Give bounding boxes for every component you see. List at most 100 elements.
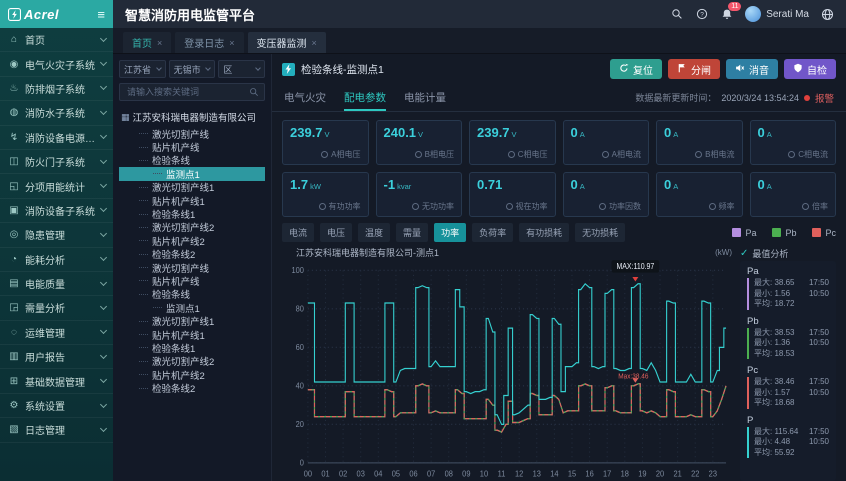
tree-node[interactable]: 监测点1	[119, 301, 265, 314]
tree-connector	[139, 280, 148, 281]
sidebar-item-fire-water[interactable]: ◍消防水子系统	[0, 101, 113, 125]
sidebar-item-fire-power[interactable]: ↯消防设备电源子系统	[0, 126, 113, 150]
sidebar-item-power-quality[interactable]: ▤电能质量	[0, 272, 113, 296]
legend-item-Pc[interactable]: Pc	[812, 228, 836, 238]
tree-node[interactable]: 检验条线	[119, 288, 265, 301]
plot-column: 江苏安科瑞电器制造有限公司-测点1 (kW) 02040608010000010…	[282, 245, 736, 481]
region-select-2[interactable]: 区	[218, 60, 265, 78]
legend-item-Pb[interactable]: Pb	[772, 228, 796, 238]
sidebar-item-home[interactable]: ⌂首页	[0, 28, 113, 52]
stat-rows: 最大: 115.6417:50最小: 4.4810:50平均: 55.92	[747, 427, 829, 459]
fire-water-icon: ◍	[7, 107, 21, 118]
alarm-label[interactable]: 报警	[815, 91, 834, 105]
shield-button[interactable]: 自检	[784, 59, 836, 79]
sidebar-item-ops-management[interactable]: ◌运维管理	[0, 321, 113, 345]
tree-node-label: 检验条线2	[152, 248, 195, 261]
chart-chip-有功损耗[interactable]: 有功损耗	[519, 223, 569, 242]
search-icon[interactable]	[670, 7, 684, 21]
sidebar-item-smoke-control[interactable]: ♨防排烟子系统	[0, 77, 113, 101]
tree-search-input[interactable]	[125, 86, 249, 98]
sidebar-item-user-report[interactable]: ▥用户报告	[0, 345, 113, 369]
tree-node[interactable]: 贴片机产线	[119, 274, 265, 287]
language-icon[interactable]	[820, 7, 834, 21]
tab-首页[interactable]: 首页×	[123, 32, 171, 53]
tree-node[interactable]: 检验条线1	[119, 341, 265, 354]
chart-chip-需量[interactable]: 需量	[396, 223, 428, 242]
tree-node[interactable]: 激光切割产线	[119, 261, 265, 274]
tab-变压器监测[interactable]: 变压器监测×	[248, 32, 326, 53]
chart-chip-无功损耗[interactable]: 无功损耗	[575, 223, 625, 242]
metric-value: 240.1V	[384, 125, 455, 140]
tab-close-icon[interactable]: ×	[229, 38, 234, 48]
sidebar-item-log[interactable]: ▧日志管理	[0, 418, 113, 442]
tree-node[interactable]: 激光切割产线2	[119, 221, 265, 234]
legend-name: Pa	[745, 228, 756, 238]
notification-bell-icon[interactable]: 11	[720, 7, 734, 21]
tree-connector	[139, 321, 148, 322]
sidebar-item-fire-door[interactable]: ◫防火门子系统	[0, 150, 113, 174]
device-bolt-icon	[282, 63, 295, 76]
metric-circle-icon	[709, 203, 716, 210]
energy-analysis-icon: ◔	[7, 254, 21, 265]
sidebar-item-demand-analysis[interactable]: ◲需量分析	[0, 296, 113, 320]
panel-tab-电能计量[interactable]: 电能计量	[404, 84, 446, 111]
chart-chip-电流[interactable]: 电流	[282, 223, 314, 242]
chart-chip-功率[interactable]: 功率	[434, 223, 466, 242]
sidebar-item-fire-equipment[interactable]: ▣消防设备子系统	[0, 199, 113, 223]
metric-circle-icon	[802, 203, 809, 210]
tree-node[interactable]: 贴片机产线1	[119, 328, 265, 341]
tree-node[interactable]: 贴片机产线1	[119, 194, 265, 207]
legend-item-Pa[interactable]: Pa	[732, 228, 756, 238]
tree-node[interactable]: 激光切割产线	[119, 127, 265, 140]
tab-close-icon[interactable]: ×	[157, 38, 162, 48]
tree-node[interactable]: 贴片机产线2	[119, 234, 265, 247]
region-select-value: 无锡市	[174, 63, 201, 76]
tree-node[interactable]: 激光切割产线1	[119, 314, 265, 327]
metric-unit: A	[673, 182, 678, 191]
help-icon[interactable]: ?	[695, 7, 709, 21]
tab-close-icon[interactable]: ×	[312, 38, 317, 48]
reset-button[interactable]: 复位	[610, 59, 662, 79]
panel-tab-电气火灾[interactable]: 电气火灾	[284, 84, 326, 111]
menu-collapse-icon[interactable]: ≡	[97, 8, 105, 21]
tree-node[interactable]: 监测点1	[119, 167, 265, 180]
flag-button[interactable]: 分闸	[668, 59, 720, 79]
sidebar-item-electric-fire[interactable]: ◉电气火灾子系统	[0, 52, 113, 76]
tree-search-icon[interactable]	[249, 87, 259, 97]
panel-tab-配电参数[interactable]: 配电参数	[344, 84, 386, 111]
stat-series-name: Pa	[747, 266, 829, 277]
sidebar-item-energy-analysis[interactable]: ◔能耗分析	[0, 248, 113, 272]
tree-node[interactable]: 检验条线	[119, 154, 265, 167]
sidebar-item-settings[interactable]: ⚙系统设置	[0, 394, 113, 418]
chevron-down-icon	[100, 157, 107, 164]
tree-node[interactable]: 激光切割产线2	[119, 355, 265, 368]
tree-node[interactable]: 检验条线2	[119, 248, 265, 261]
tree-root-company[interactable]: ▦ 江苏安科瑞电器制造有限公司	[119, 108, 265, 127]
chart-chip-电压[interactable]: 电压	[320, 223, 352, 242]
svg-text:14: 14	[550, 469, 559, 479]
tab-登录日志[interactable]: 登录日志×	[175, 32, 243, 53]
region-select-0[interactable]: 江苏省	[119, 60, 166, 78]
metric-label: 视在功率	[516, 201, 548, 212]
tree-node[interactable]: 检验条线1	[119, 207, 265, 220]
max-min-analysis-checkbox[interactable]: ✓ 最值分析	[740, 245, 836, 261]
tree-node[interactable]: 贴片机产线	[119, 140, 265, 153]
sidebar-item-base-data[interactable]: ⊞基础数据管理	[0, 369, 113, 393]
user-menu[interactable]: Serati Ma	[745, 6, 809, 22]
button-label: 复位	[633, 62, 653, 77]
chart-chip-温度[interactable]: 温度	[358, 223, 390, 242]
chart-chip-负荷率[interactable]: 负荷率	[472, 223, 513, 242]
legend-swatch	[772, 228, 781, 237]
sidebar-item-energy-stat[interactable]: ◱分项用能统计	[0, 174, 113, 198]
metric-card: 239.7VC相电压	[469, 120, 556, 165]
tree-node[interactable]: 检验条线2	[119, 381, 265, 394]
metric-label-row: A相电压	[290, 149, 361, 160]
tree-node[interactable]: 激光切割产线1	[119, 181, 265, 194]
mute-button[interactable]: 消音	[726, 59, 778, 79]
sidebar-item-label: 防排烟子系统	[25, 81, 99, 96]
user-name: Serati Ma	[766, 9, 809, 20]
region-select-1[interactable]: 无锡市	[169, 60, 216, 78]
tree-node[interactable]: 贴片机产线2	[119, 368, 265, 381]
metric-label: A相电压	[331, 149, 360, 160]
sidebar-item-hazard[interactable]: ◎隐患管理	[0, 223, 113, 247]
